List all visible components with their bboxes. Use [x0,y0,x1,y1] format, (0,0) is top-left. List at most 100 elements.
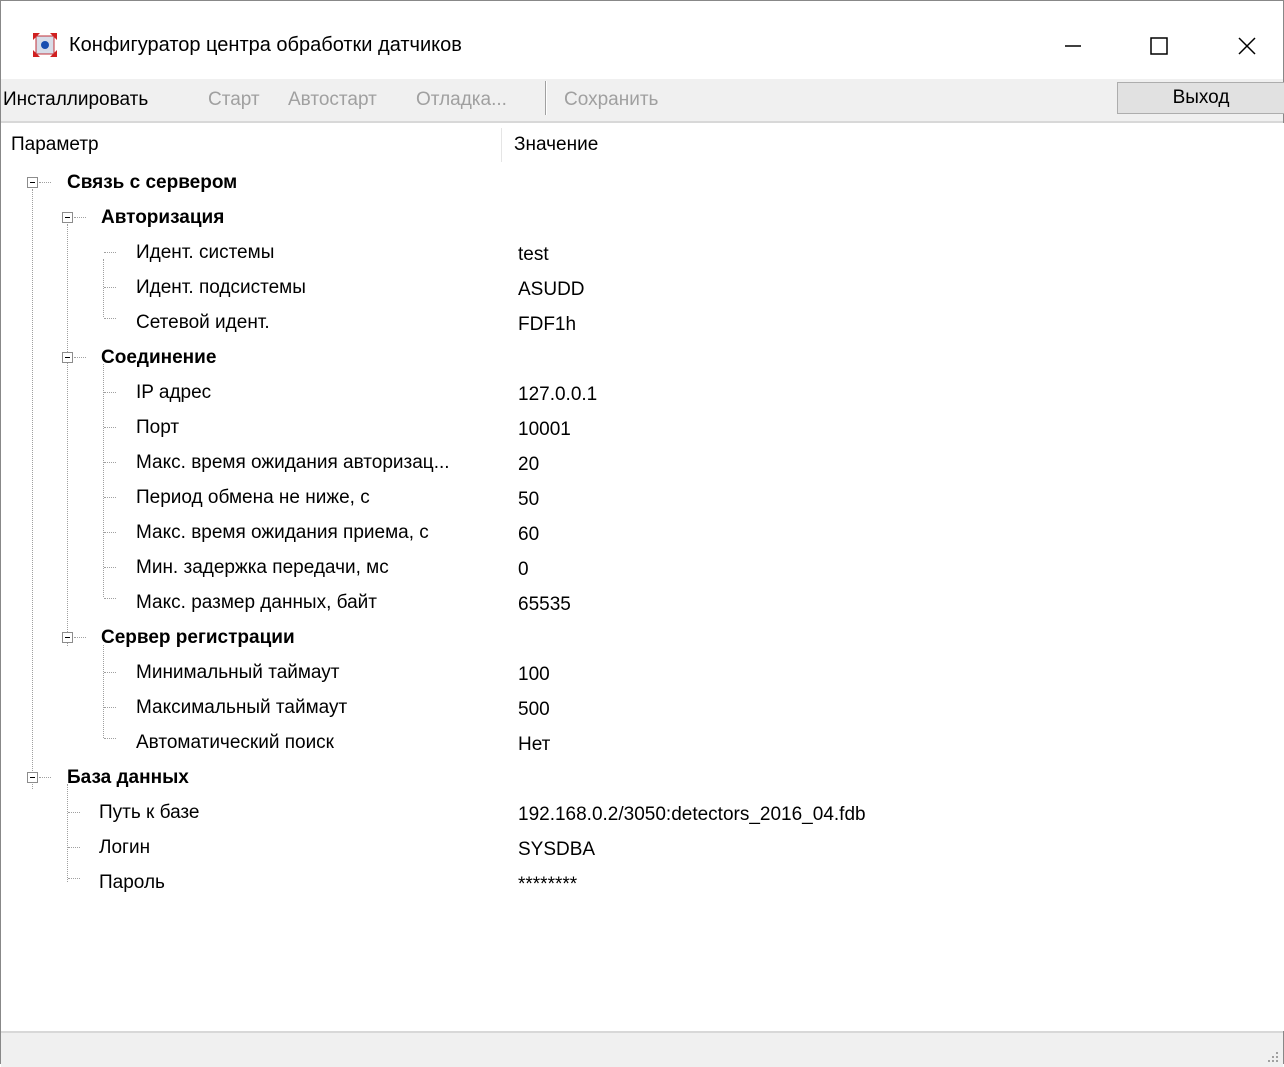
status-bar [1,1031,1283,1067]
param-row[interactable]: Путь к базе 192.168.0.2/3050:detectors_2… [11,800,1284,835]
collapse-icon[interactable] [62,212,73,223]
param-value[interactable]: 127.0.0.1 [518,384,597,406]
param-label: Порт [136,417,180,438]
tree-branch [104,707,116,708]
node-label: База данных [67,767,189,788]
tree-branch [68,812,80,813]
column-divider[interactable] [501,128,502,162]
start-button[interactable]: Старт [208,89,260,111]
param-value[interactable]: 100 [518,664,550,686]
param-row[interactable]: Автоматический поиск Нет [11,730,1284,765]
param-value[interactable]: 500 [518,699,550,721]
tree-branch [104,532,116,533]
collapse-icon[interactable] [62,632,73,643]
tree-node-auth[interactable]: Авторизация [11,205,1284,240]
param-label: Автоматический поиск [136,732,334,753]
param-label: Максимальный таймаут [136,697,348,718]
install-button[interactable]: Инсталлировать [3,89,148,111]
tree-branch [74,357,86,358]
maximize-icon [1150,37,1168,55]
param-value[interactable]: 65535 [518,594,571,616]
minimize-button[interactable] [1043,21,1103,71]
tree-branch [104,392,116,393]
param-row[interactable]: Идент. системы test [11,240,1284,275]
resize-grip-icon[interactable] [1267,1051,1279,1063]
param-value[interactable]: 0 [518,559,529,581]
param-value[interactable]: 60 [518,524,539,546]
param-label: Макс. время ожидания приема, с [136,522,429,543]
tree-branch [39,182,51,183]
param-row[interactable]: Порт 10001 [11,415,1284,450]
window-title: Конфигуратор центра обработки датчиков [69,34,462,56]
tree-branch [104,462,116,463]
param-value[interactable]: ASUDD [518,279,585,301]
param-value[interactable]: 20 [518,454,539,476]
param-label: IP адрес [136,382,212,403]
tree-node-server[interactable]: Связь с сервером [11,170,1284,205]
param-value[interactable]: ******** [518,874,577,896]
toolbar: Инсталлировать Старт Автостарт Отладка..… [1,79,1284,123]
node-label: Сервер регистрации [101,627,295,648]
param-label: Период обмена не ниже, с [136,487,370,508]
param-row[interactable]: Максимальный таймаут 500 [11,695,1284,730]
app-window: Конфигуратор центра обработки датчиков И… [0,0,1284,1067]
parameter-tree[interactable]: Параметр Значение Связь с сервером Автор… [11,123,1284,1031]
save-button[interactable]: Сохранить [564,89,658,111]
param-label: Макс. размер данных, байт [136,592,377,613]
close-icon [1238,37,1256,55]
tree-node-database[interactable]: База данных [11,765,1284,800]
param-value[interactable]: 50 [518,489,539,511]
param-row[interactable]: Мин. задержка передачи, мс 0 [11,555,1284,590]
param-label: Макс. время ожидания авторизац... [136,452,450,473]
tree-branch [104,598,116,599]
param-row[interactable]: Сетевой идент. FDF1h [11,310,1284,345]
close-button[interactable] [1217,21,1277,71]
exit-button[interactable]: Выход [1117,82,1284,114]
param-row[interactable]: Период обмена не ниже, с 50 [11,485,1284,520]
param-row[interactable]: Макс. время ожидания авторизац... 20 [11,450,1284,485]
tree-branch [104,252,116,253]
node-label: Связь с сервером [67,172,238,193]
collapse-icon[interactable] [62,352,73,363]
debug-button[interactable]: Отладка... [416,89,507,111]
tree-node-registration[interactable]: Сервер регистрации [11,625,1284,660]
param-row[interactable]: Минимальный таймаут 100 [11,660,1284,695]
node-label: Авторизация [101,207,225,228]
param-row[interactable]: Логин SYSDBA [11,835,1284,870]
column-header-param[interactable]: Параметр [11,134,99,156]
title-bar[interactable]: Конфигуратор центра обработки датчиков [1,1,1283,79]
param-value[interactable]: Нет [518,734,550,756]
collapse-icon[interactable] [27,772,38,783]
tree-branch [104,318,116,319]
param-label: Минимальный таймаут [136,662,340,683]
param-row[interactable]: Макс. время ожидания приема, с 60 [11,520,1284,555]
param-value[interactable]: SYSDBA [518,839,595,861]
node-label: Соединение [101,347,217,368]
tree-node-connection[interactable]: Соединение [11,345,1284,380]
param-value[interactable]: 192.168.0.2/3050:detectors_2016_04.fdb [518,804,866,826]
param-label: Мин. задержка передачи, мс [136,557,389,578]
param-row[interactable]: Макс. размер данных, байт 65535 [11,590,1284,625]
sensor-center-icon [33,33,57,57]
collapse-icon[interactable] [27,177,38,188]
tree-branch [104,427,116,428]
param-value[interactable]: test [518,244,549,266]
param-value[interactable]: FDF1h [518,314,576,336]
minimize-icon [1065,45,1081,47]
autostart-button[interactable]: Автостарт [288,89,377,111]
tree-branch [68,847,80,848]
tree-branch [104,672,116,673]
maximize-button[interactable] [1129,21,1189,71]
param-label: Пароль [99,872,165,893]
toolbar-separator [545,81,547,115]
tree-branch [39,777,51,778]
param-value[interactable]: 10001 [518,419,571,441]
param-row[interactable]: Пароль ******** [11,870,1284,905]
column-header-value[interactable]: Значение [514,134,598,156]
param-label: Сетевой идент. [136,312,270,333]
param-label: Идент. системы [136,242,275,263]
tree-branch [68,878,80,879]
tree-branch [74,637,86,638]
param-row[interactable]: Идент. подсистемы ASUDD [11,275,1284,310]
param-row[interactable]: IP адрес 127.0.0.1 [11,380,1284,415]
